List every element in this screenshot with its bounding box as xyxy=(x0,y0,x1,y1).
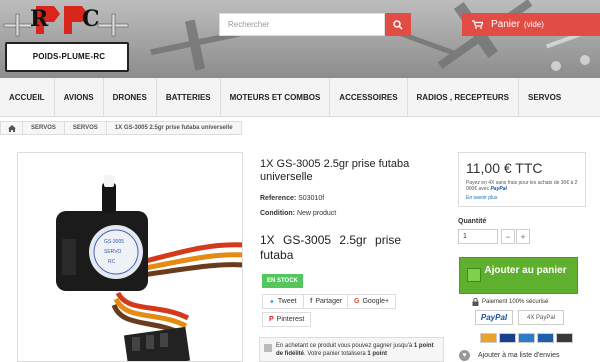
paypal-4x-label: 4X PayPal xyxy=(526,314,556,321)
condition-value: New product xyxy=(296,210,337,217)
paypal-4x-note: Payez en 4X sans frais pour les achats d… xyxy=(466,180,584,192)
pinterest-icon: P xyxy=(269,316,274,323)
quantity-decrement[interactable]: − xyxy=(501,229,515,244)
nav-item-batteries[interactable]: BATTERIES xyxy=(157,77,221,117)
payment-cards xyxy=(480,333,573,343)
secure-payment: Paiement 100% sécurisé xyxy=(472,298,548,306)
cart-label: Panier xyxy=(491,19,520,30)
product-reference: Reference: S03010f xyxy=(260,195,324,202)
product-short-description: 1X GS-3005 2.5gr prise futaba xyxy=(260,233,402,262)
site-logo[interactable]: R C POIDS-PLUME-RC xyxy=(2,4,134,72)
svg-text:GS-3005: GS-3005 xyxy=(104,239,124,245)
breadcrumb: SERVOS SERVOS 1X GS-3005 2.5gr prise fut… xyxy=(0,121,242,135)
price-box: 11,00 € TTC Payez en 4X sans frais pour … xyxy=(458,152,586,207)
pinterest-label: Pinterest xyxy=(276,316,305,323)
card-icon xyxy=(556,333,573,343)
nav-item-drones[interactable]: DRONES xyxy=(104,77,157,117)
more-info-link[interactable]: En savoir plus xyxy=(466,195,497,201)
nav-item-accessoires[interactable]: ACCESSOIRES xyxy=(330,77,408,117)
add-cart-icon xyxy=(467,268,481,282)
product-image[interactable]: GS-3005 SERVO RC xyxy=(17,152,243,362)
loyalty-icon xyxy=(264,344,272,352)
nav-item-accueil[interactable]: ACCUEIL xyxy=(0,77,55,117)
paypal-button-label: PayPal xyxy=(480,313,508,322)
twitter-icon: ✦ xyxy=(269,298,275,306)
wishlist-label: Ajouter à ma liste d'envies xyxy=(478,352,560,359)
quantity-input[interactable]: 1 xyxy=(458,229,498,244)
breadcrumb-item[interactable]: SERVOS xyxy=(23,122,65,134)
cart-button[interactable]: Panier (vide) xyxy=(462,13,600,36)
facebook-icon: f xyxy=(310,298,313,305)
loyalty-text-1: En achetant ce produit vous pouvez gagne… xyxy=(276,343,414,349)
svg-text:RC: RC xyxy=(108,259,116,265)
product-title: 1X GS-3005 2.5gr prise futaba universell… xyxy=(260,158,410,183)
reference-value: S03010f xyxy=(298,195,325,202)
visa-icon xyxy=(499,333,516,343)
google-plus-label: Google+ xyxy=(362,298,390,305)
product-condition: Condition: New product xyxy=(260,210,336,217)
google-plus-button[interactable]: G Google+ xyxy=(347,294,397,309)
breadcrumb-home[interactable] xyxy=(1,122,23,134)
reference-label: Reference: xyxy=(260,195,297,202)
pinterest-button[interactable]: P Pinterest xyxy=(262,312,312,327)
lock-icon xyxy=(472,298,479,306)
main-navigation: ACCUEIL AVIONS DRONES BATTERIES MOTEURS … xyxy=(0,77,600,117)
logo-text: POIDS-PLUME-RC xyxy=(32,52,106,61)
mastercard-icon xyxy=(480,333,497,343)
paypal-button[interactable]: PayPal xyxy=(475,310,513,325)
add-to-cart-button[interactable]: Ajouter au panier xyxy=(459,257,578,294)
servo-photo: GS-3005 SERVO RC xyxy=(56,175,242,361)
cart-icon xyxy=(472,20,483,29)
search-icon xyxy=(393,19,403,30)
logo-letter-r: R xyxy=(30,6,49,32)
home-icon xyxy=(7,124,16,132)
facebook-share-button[interactable]: f Partager xyxy=(303,294,350,309)
paypal-4x-text: Payez en 4X sans frais pour les achats d… xyxy=(466,180,578,192)
tweet-label: Tweet xyxy=(277,298,297,305)
product-price: 11,00 € TTC xyxy=(466,160,543,176)
minus-icon: − xyxy=(505,231,511,242)
cart-status: (vide) xyxy=(523,20,544,29)
paypal-brand: PayPal xyxy=(490,186,507,192)
breadcrumb-current: 1X GS-3005 2.5gr prise futaba universell… xyxy=(114,125,233,131)
heart-icon: ♥ xyxy=(459,350,470,361)
breadcrumb-item[interactable]: SERVOS xyxy=(65,122,107,134)
facebook-label: Partager xyxy=(315,298,343,305)
add-to-cart-label: Ajouter au panier xyxy=(484,265,567,276)
loyalty-text-2: . Votre panier totalisera xyxy=(304,351,368,357)
logo-plate: POIDS-PLUME-RC xyxy=(5,42,129,72)
paypal-4x-button[interactable]: 4X PayPal xyxy=(518,310,564,325)
search-button[interactable] xyxy=(385,13,411,36)
loyalty-total: 1 point xyxy=(367,351,388,357)
quantity-label: Quantité xyxy=(458,218,487,225)
nav-item-avions[interactable]: AVIONS xyxy=(55,77,104,117)
plus-icon: + xyxy=(520,231,526,242)
amex-icon xyxy=(518,333,535,343)
nav-item-radios[interactable]: RADIOS , RECEPTEURS xyxy=(408,77,519,117)
nav-item-servos[interactable]: SERVOS xyxy=(519,78,570,117)
quantity-increment[interactable]: + xyxy=(516,229,530,244)
logo-graphic xyxy=(3,6,129,37)
nav-item-moteurs[interactable]: MOTEURS ET COMBOS xyxy=(221,77,331,117)
condition-label: Condition: xyxy=(260,210,295,217)
google-plus-icon: G xyxy=(354,298,360,305)
cb-card-icon xyxy=(537,333,554,343)
logo-letter-c: C xyxy=(82,6,100,32)
svg-text:SERVO: SERVO xyxy=(104,249,122,255)
tweet-button[interactable]: ✦ Tweet xyxy=(262,294,304,309)
stock-badge: EN STOCK xyxy=(262,274,303,288)
search-input[interactable]: Rechercher xyxy=(219,13,385,36)
wishlist-link[interactable]: ♥ Ajouter à ma liste d'envies xyxy=(459,349,589,362)
site-header: R C POIDS-PLUME-RC Rechercher Panier (vi… xyxy=(0,0,600,78)
secure-payment-label: Paiement 100% sécurisé xyxy=(482,299,549,305)
loyalty-points-note: En achetant ce produit vous pouvez gagne… xyxy=(259,337,444,362)
